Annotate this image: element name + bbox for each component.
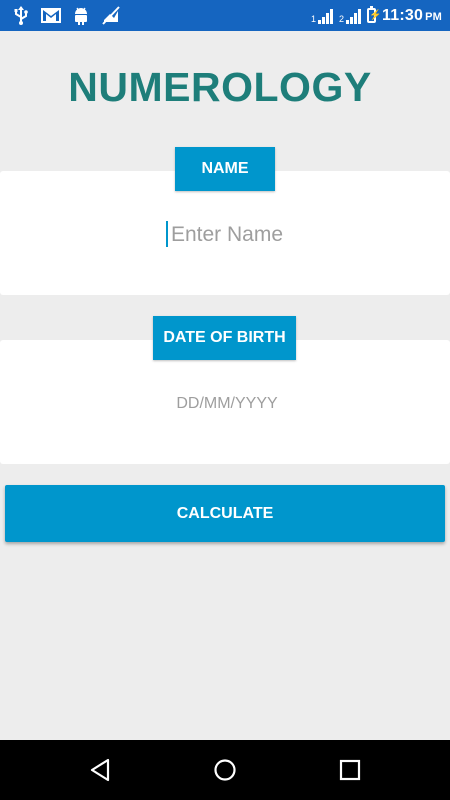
name-input[interactable] bbox=[0, 218, 450, 252]
android-icon bbox=[70, 5, 92, 26]
notification-icons bbox=[10, 5, 122, 26]
dob-input[interactable] bbox=[0, 390, 450, 418]
gmail-icon bbox=[40, 5, 62, 26]
battery-charging-icon: ⚡ bbox=[367, 6, 382, 23]
text-cursor bbox=[166, 221, 168, 247]
status-time: 11:30 PM bbox=[382, 6, 442, 24]
recent-apps-icon[interactable] bbox=[334, 754, 366, 786]
navigation-bar bbox=[0, 740, 450, 800]
sim2-signal-icon: 2 bbox=[339, 8, 362, 24]
status-bar: 1 2 ⚡ 11:30 PM bbox=[0, 0, 450, 31]
name-label: NAME bbox=[175, 147, 275, 191]
home-icon[interactable] bbox=[209, 754, 241, 786]
dob-label: DATE OF BIRTH bbox=[153, 316, 296, 360]
app-title: NUMEROLOGY bbox=[68, 64, 372, 110]
usb-icon bbox=[10, 5, 32, 26]
sim1-signal-icon: 1 bbox=[311, 8, 334, 24]
calculate-button[interactable]: CALCULATE bbox=[5, 485, 445, 542]
mute-icon bbox=[100, 5, 122, 26]
back-icon[interactable] bbox=[84, 754, 116, 786]
system-icons: 1 2 ⚡ 11:30 PM bbox=[311, 0, 442, 31]
